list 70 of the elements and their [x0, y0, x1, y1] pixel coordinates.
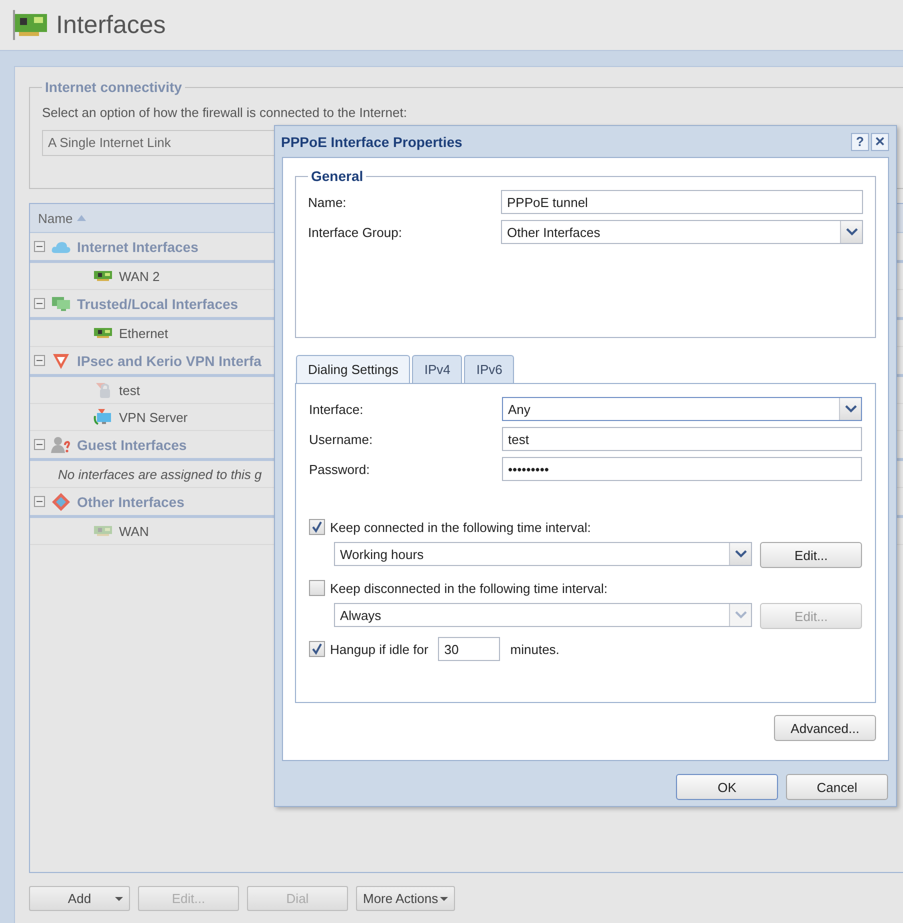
- interface-group-dropdown[interactable]: Other Interfaces: [501, 220, 863, 244]
- interface-name: WAN 2: [119, 268, 160, 284]
- toolbar-button[interactable]: More Actions: [356, 886, 456, 911]
- advanced-button[interactable]: Advanced...: [774, 715, 876, 741]
- group-title: Trusted/Local Interfaces: [77, 296, 238, 312]
- time-interval-dropdown[interactable]: Working hours: [334, 542, 752, 566]
- name-field[interactable]: PPPoE tunnel: [501, 190, 863, 214]
- page-title: Interfaces: [56, 10, 166, 40]
- ok-button[interactable]: OK: [676, 774, 778, 800]
- caret-icon: [115, 897, 123, 901]
- chevron-down-icon: [734, 550, 747, 558]
- checkbox-label: Keep disconnected in the following time interval:: [330, 580, 608, 596]
- empty-group-note: No interfaces are assigned to this g: [58, 466, 262, 482]
- collapse-icon[interactable]: [34, 496, 45, 507]
- tab[interactable]: Dialing Settings: [296, 355, 410, 383]
- collapse-icon[interactable]: [34, 439, 45, 450]
- interface-name: WAN: [119, 524, 149, 538]
- chevron-down-icon: [844, 405, 856, 413]
- network-card-icon: [93, 327, 113, 339]
- interface-name: Ethernet: [119, 326, 168, 340]
- interface-dropdown[interactable]: Any: [502, 397, 862, 421]
- network-card-icon: [93, 270, 113, 282]
- field-label: Interface Group:: [308, 224, 403, 240]
- section-title: Internet connectivity: [44, 79, 183, 95]
- group-title: Other Interfaces: [77, 494, 184, 510]
- cancel-button[interactable]: Cancel: [786, 774, 888, 800]
- diamond-icon: [51, 492, 71, 512]
- shield-icon: [51, 352, 71, 370]
- field-label: Interface:: [309, 402, 364, 416]
- field-label: Password:: [309, 462, 371, 476]
- collapse-icon[interactable]: [34, 298, 45, 309]
- chevron-down-icon: [734, 611, 747, 619]
- section-title: General: [310, 168, 364, 184]
- interface-name: test: [119, 382, 140, 398]
- help-button[interactable]: ?: [851, 132, 869, 150]
- group-title: IPsec and Kerio VPN Interfa: [77, 352, 262, 368]
- guest-icon: [51, 436, 71, 454]
- group-title: Internet Interfaces: [77, 238, 198, 254]
- collapse-icon[interactable]: [34, 241, 45, 252]
- time-interval-dropdown[interactable]: Always: [334, 603, 752, 627]
- chevron-down-icon: [846, 228, 858, 236]
- field-label: Name:: [308, 194, 348, 210]
- toolbar-button[interactable]: Add: [29, 886, 130, 911]
- vpn-server-icon: [93, 408, 113, 426]
- password-field[interactable]: •••••••••: [502, 457, 862, 481]
- network-card-icon: [12, 10, 48, 40]
- field-label: Username:: [309, 432, 374, 446]
- checkbox[interactable]: [309, 580, 325, 596]
- checkbox-label: Keep connected in the following time interval:: [330, 520, 591, 534]
- column-header[interactable]: Name: [30, 204, 94, 232]
- collapse-icon[interactable]: [34, 355, 45, 366]
- lock-icon: [93, 381, 113, 399]
- cloud-icon: [51, 240, 71, 254]
- tab[interactable]: IPv4: [412, 355, 462, 383]
- caret-icon: [440, 897, 448, 901]
- unit-label: minutes.: [510, 642, 560, 656]
- checkbox-label: Hangup if idle for: [330, 642, 428, 656]
- edit-button[interactable]: Edit...: [760, 542, 862, 568]
- username-field[interactable]: test: [502, 427, 862, 451]
- group-title: Guest Interfaces: [77, 436, 187, 452]
- idle-minutes-field[interactable]: 30: [438, 637, 500, 661]
- network-card-icon: [93, 525, 113, 537]
- tab[interactable]: IPv6: [464, 355, 514, 383]
- dialog-title: PPPoE Interface Properties: [281, 134, 464, 150]
- connectivity-prompt: Select an option of how the firewall is connected to the Internet:: [42, 105, 408, 120]
- checkbox[interactable]: [309, 641, 325, 657]
- close-button[interactable]: ✕: [871, 132, 889, 150]
- monitor-icon: [51, 296, 71, 312]
- checkbox[interactable]: [309, 519, 325, 535]
- interface-name: VPN Server: [119, 410, 188, 424]
